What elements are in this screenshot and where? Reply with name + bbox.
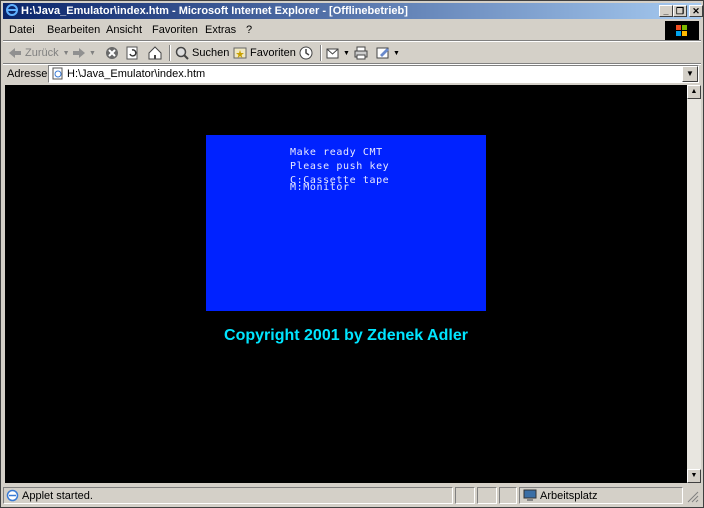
search-button[interactable]: Suchen	[174, 44, 229, 62]
zone-label: Arbeitsplatz	[540, 490, 598, 502]
back-arrow-icon	[9, 48, 21, 58]
scroll-down-button[interactable]: ▼	[687, 469, 701, 483]
menu-bar: Datei Bearbeiten Ansicht Favoriten Extra…	[3, 21, 663, 39]
address-bar: Adresse H:\Java_Emulator\index.htm ▼	[3, 64, 701, 84]
address-input[interactable]: H:\Java_Emulator\index.htm ▼	[48, 65, 699, 83]
status-bar: Applet started. Arbeitsplatz	[3, 487, 701, 505]
home-icon	[148, 46, 162, 60]
mail-button[interactable]: ▼	[325, 44, 350, 62]
address-dropdown-button[interactable]: ▼	[682, 66, 698, 82]
print-icon	[354, 46, 368, 60]
address-value: H:\Java_Emulator\index.htm	[67, 68, 206, 80]
stop-button[interactable]	[104, 44, 122, 62]
search-label: Suchen	[192, 47, 230, 59]
status-text: Applet started.	[22, 490, 93, 502]
emulator-line: Please push key	[290, 161, 390, 172]
copyright-text: Copyright 2001 by Zdenek Adler	[224, 327, 468, 344]
windows-logo-icon	[665, 21, 699, 41]
toolbar-separator	[320, 45, 322, 61]
maximize-button[interactable]: ❐	[673, 5, 687, 17]
status-cell	[455, 487, 475, 504]
emulator-applet-screen[interactable]: Make ready CMT Please push key C:Cassett…	[206, 135, 486, 311]
status-cell	[477, 487, 497, 504]
toolbar-separator	[169, 45, 171, 61]
scroll-up-button[interactable]: ▲	[687, 85, 701, 99]
emulator-line: M:Monitor	[290, 182, 350, 193]
menu-extras[interactable]: Extras	[205, 24, 236, 36]
minimize-button[interactable]: _	[659, 5, 673, 17]
status-panel: Applet started.	[3, 487, 453, 504]
toolbar: Zurück ▼ ▼ Suchen Favoriten ▼ ▼	[3, 42, 701, 64]
close-button[interactable]: ✕	[689, 5, 703, 17]
security-zone: Arbeitsplatz	[519, 487, 683, 504]
forward-arrow-icon	[73, 48, 85, 58]
history-button[interactable]	[298, 44, 316, 62]
back-label: Zurück	[25, 47, 59, 59]
page-content: Make ready CMT Please push key C:Cassett…	[5, 85, 687, 483]
internet-explorer-icon	[6, 4, 18, 16]
menu-help[interactable]: ?	[246, 24, 252, 36]
page-icon	[52, 67, 63, 80]
print-button[interactable]	[353, 44, 371, 62]
window-title: H:\Java_Emulator\index.htm - Microsoft I…	[21, 5, 408, 17]
menu-datei[interactable]: Datei	[9, 24, 35, 36]
favorites-icon	[233, 47, 247, 59]
resize-grip-icon[interactable]	[687, 491, 699, 503]
forward-dropdown-icon: ▼	[89, 49, 96, 57]
status-cell	[499, 487, 517, 504]
address-label: Adresse	[7, 68, 48, 80]
browser-window: H:\Java_Emulator\index.htm - Microsoft I…	[0, 0, 704, 508]
favorites-button[interactable]: Favoriten	[232, 44, 296, 62]
search-icon	[175, 46, 189, 60]
history-icon	[299, 46, 313, 60]
vertical-scrollbar[interactable]: ▲ ▼	[687, 85, 701, 483]
forward-button[interactable]: ▼	[71, 44, 96, 62]
mail-dropdown-icon: ▼	[343, 49, 350, 57]
title-bar[interactable]: H:\Java_Emulator\index.htm - Microsoft I…	[3, 3, 703, 19]
back-button[interactable]: Zurück ▼	[7, 44, 70, 62]
stop-icon	[106, 47, 118, 59]
refresh-icon	[126, 46, 138, 60]
edit-button[interactable]: ▼	[375, 44, 400, 62]
menu-bearbeiten[interactable]: Bearbeiten	[47, 24, 100, 36]
computer-icon	[523, 489, 537, 501]
home-button[interactable]	[147, 44, 165, 62]
edit-dropdown-icon: ▼	[393, 49, 400, 57]
emulator-line: Make ready CMT	[290, 147, 383, 158]
edit-icon	[376, 47, 389, 59]
menu-favoriten[interactable]: Favoriten	[152, 24, 198, 36]
favorites-label: Favoriten	[250, 47, 296, 59]
mail-icon	[326, 48, 339, 59]
ie-status-icon	[6, 489, 19, 502]
menu-ansicht[interactable]: Ansicht	[106, 24, 142, 36]
back-dropdown-icon: ▼	[62, 49, 70, 57]
refresh-button[interactable]	[124, 44, 142, 62]
